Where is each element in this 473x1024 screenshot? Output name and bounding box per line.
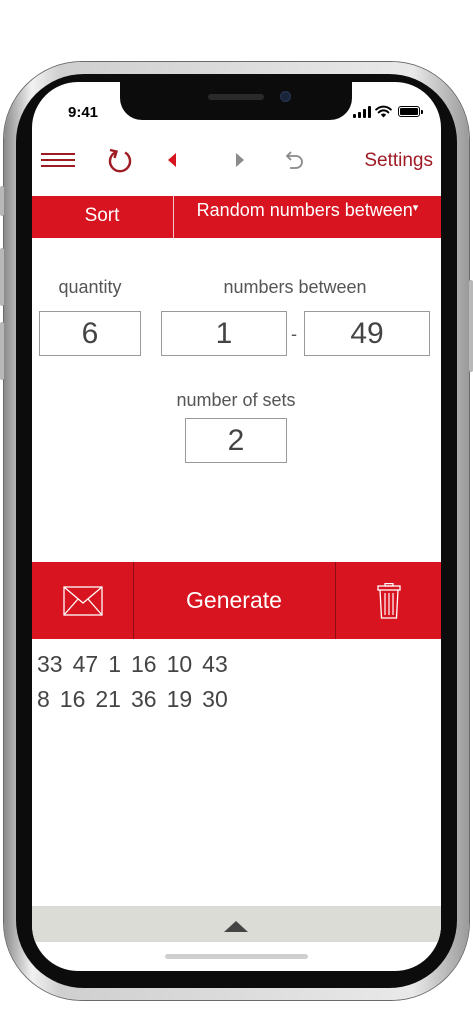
wifi-icon: [375, 105, 392, 118]
quantity-label: quantity: [58, 277, 122, 297]
status-bar: 9:41: [32, 82, 441, 122]
result-number: 43: [202, 651, 228, 677]
result-number: 33: [37, 651, 63, 677]
bottom-drawer-bar[interactable]: [32, 906, 441, 942]
email-button[interactable]: [32, 562, 133, 639]
trash-icon: [376, 582, 401, 619]
volume-down-button: [0, 322, 4, 380]
mode-selector-label: Random numbers between: [196, 200, 413, 220]
result-number: 30: [202, 686, 228, 712]
sort-button[interactable]: Sort: [32, 196, 172, 238]
range-max-input[interactable]: 49: [304, 311, 430, 356]
result-number: 47: [72, 651, 99, 677]
settings-button[interactable]: Settings: [364, 150, 433, 172]
chevron-down-icon: ▾: [412, 202, 419, 214]
sets-input[interactable]: 2: [185, 418, 287, 463]
delete-button[interactable]: [336, 562, 441, 639]
range-min-input[interactable]: 1: [161, 311, 287, 356]
result-number: 19: [166, 686, 193, 712]
result-number: 1: [108, 651, 121, 677]
silent-switch: [0, 186, 4, 216]
envelope-icon: [62, 585, 103, 616]
range-label: numbers between: [223, 277, 367, 297]
result-number: 16: [59, 686, 86, 712]
result-number: 21: [95, 686, 121, 712]
results-list: 33 47 1 16 10 43 8 16 21 36 19 30: [37, 648, 437, 718]
mode-selector[interactable]: Random numbers between▾: [174, 196, 441, 238]
result-set: 8 16 21 36 19 30: [37, 683, 437, 718]
sets-label: number of sets: [176, 390, 296, 410]
result-number: 16: [130, 651, 157, 677]
result-number: 10: [166, 651, 193, 677]
action-bar: Generate: [32, 562, 441, 639]
result-number: 8: [37, 686, 50, 712]
status-time: 9:41: [68, 104, 99, 121]
result-number: 36: [130, 686, 157, 712]
triangle-up-icon[interactable]: [224, 921, 248, 932]
generate-button[interactable]: Generate: [134, 562, 334, 639]
range-separator: -: [291, 324, 297, 344]
battery-icon: [398, 106, 423, 117]
power-button: [469, 280, 473, 372]
mode-bar: Sort Random numbers between▾: [32, 196, 441, 238]
volume-up-button: [0, 248, 4, 306]
triangle-right-icon[interactable]: [228, 144, 252, 176]
app-screen: 9:41 Settings Sort Random numbers betwee…: [32, 82, 441, 971]
cellular-signal-icon: [353, 106, 371, 118]
toolbar: Settings: [32, 138, 441, 182]
result-set: 33 47 1 16 10 43: [37, 648, 437, 683]
home-indicator[interactable]: [165, 954, 308, 959]
undo-icon[interactable]: [278, 144, 308, 176]
refresh-icon[interactable]: [104, 144, 136, 176]
quantity-input[interactable]: 6: [39, 311, 141, 356]
triangle-left-icon[interactable]: [160, 144, 184, 176]
hamburger-icon[interactable]: [40, 144, 76, 176]
